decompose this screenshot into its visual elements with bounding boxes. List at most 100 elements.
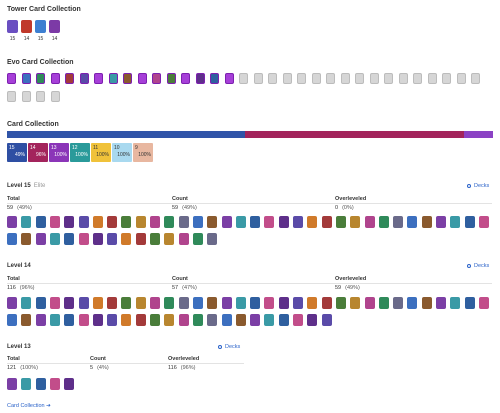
- level15-divider: [7, 203, 492, 204]
- evo-card: [239, 73, 248, 84]
- card: [64, 297, 75, 309]
- evo-card: [442, 73, 451, 84]
- level15-over-num: 0: [335, 205, 339, 211]
- level14-over-num: 59: [335, 285, 342, 291]
- card: [393, 297, 404, 309]
- card: [107, 297, 118, 309]
- level13-decks-link[interactable]: Decks: [218, 344, 240, 350]
- level15-total-pct: (49%): [17, 205, 32, 211]
- card: [78, 314, 89, 326]
- card: [21, 378, 32, 390]
- card: [192, 233, 203, 245]
- level13-total-value: 121 (100%): [7, 365, 38, 371]
- level-chip: 15 49%: [7, 143, 27, 162]
- evo-card: [369, 73, 379, 84]
- card: [464, 297, 475, 309]
- card: [150, 216, 160, 228]
- card: [478, 216, 489, 228]
- card: [7, 378, 17, 390]
- search-icon: [218, 344, 222, 349]
- level13-total-pct: (100%): [20, 365, 38, 371]
- level14-total-header: Total: [7, 276, 20, 282]
- evo-card: [94, 73, 103, 84]
- level13-divider: [7, 363, 244, 364]
- card: [135, 297, 146, 309]
- level15-over-value: 0 (0%): [335, 205, 354, 211]
- evo-card: [355, 73, 364, 84]
- level15-total-header: Total: [7, 196, 20, 202]
- card: [293, 314, 303, 326]
- level13-total-header: Total: [7, 356, 20, 362]
- evo-card: [50, 73, 60, 84]
- evo-card: [65, 73, 74, 84]
- evo-card: [36, 73, 45, 84]
- card: [21, 314, 32, 326]
- card: [407, 216, 418, 228]
- level14-over-header: Overleveled: [335, 276, 367, 282]
- collection-bar-blue: [7, 131, 245, 138]
- card: [264, 314, 275, 326]
- level14-count-pct: (47%): [182, 285, 197, 291]
- card: [293, 297, 303, 309]
- level14-count-header: Count: [172, 276, 188, 282]
- card: [21, 233, 32, 245]
- card: [21, 297, 32, 309]
- card: [450, 216, 461, 228]
- evo-section-title: Evo Card Collection: [7, 59, 74, 66]
- level14-over-pct: (49%): [345, 285, 360, 291]
- card: [64, 216, 75, 228]
- level-chip-level: 15: [9, 145, 15, 151]
- level13-count-pct: (4%): [97, 365, 109, 371]
- level-chip-pct: 100%: [75, 152, 88, 158]
- card: [164, 314, 175, 326]
- level-chip-pct: 100%: [54, 152, 67, 158]
- level15-decks-link[interactable]: Decks: [467, 183, 489, 189]
- level13-over-value: 116 (96%): [168, 365, 195, 371]
- level-chip-pct: 49%: [14, 152, 25, 158]
- card: [107, 216, 118, 228]
- card: [307, 297, 318, 309]
- level-chip-level: 11: [93, 145, 99, 151]
- level13-title: Level 13: [7, 344, 31, 350]
- evo-card: [384, 73, 393, 84]
- card: [107, 233, 118, 245]
- card: [207, 297, 218, 309]
- collection-bar-purple: [464, 131, 493, 138]
- card: [364, 297, 375, 309]
- search-icon: [467, 263, 471, 268]
- card: [78, 233, 89, 245]
- card: [192, 216, 203, 228]
- card: [378, 216, 389, 228]
- level15-count-value: 59 (49%): [172, 205, 197, 211]
- evo-card: [21, 91, 31, 102]
- level13-total-num: 121: [7, 365, 17, 371]
- level-chip-level: 10: [114, 145, 120, 151]
- level14-decks-link[interactable]: Decks: [467, 263, 489, 269]
- card: [49, 314, 60, 326]
- card: [436, 216, 446, 228]
- collection-section-title: Card Collection: [7, 121, 59, 128]
- card-collection-link[interactable]: Card Collection ➔: [7, 403, 51, 409]
- evo-card: [7, 73, 16, 84]
- level-chip-level: 13: [51, 145, 57, 151]
- card: [35, 216, 46, 228]
- level13-over-num: 116: [168, 365, 177, 371]
- level15-total-num: 59: [7, 205, 14, 211]
- evo-card: [36, 91, 45, 102]
- evo-card: [224, 73, 234, 84]
- evo-card: [282, 73, 292, 84]
- card: [307, 216, 318, 228]
- card: [250, 297, 261, 309]
- level14-divider: [7, 283, 492, 284]
- card: [64, 378, 75, 390]
- evo-card: [7, 91, 16, 102]
- card: [135, 314, 146, 326]
- card: [450, 297, 461, 309]
- card: [321, 297, 332, 309]
- tower-card: [49, 20, 60, 33]
- card: [150, 233, 160, 245]
- level-chip: 9 100%: [133, 143, 153, 162]
- card: [307, 314, 318, 326]
- card: [335, 216, 346, 228]
- evo-card: [195, 73, 205, 84]
